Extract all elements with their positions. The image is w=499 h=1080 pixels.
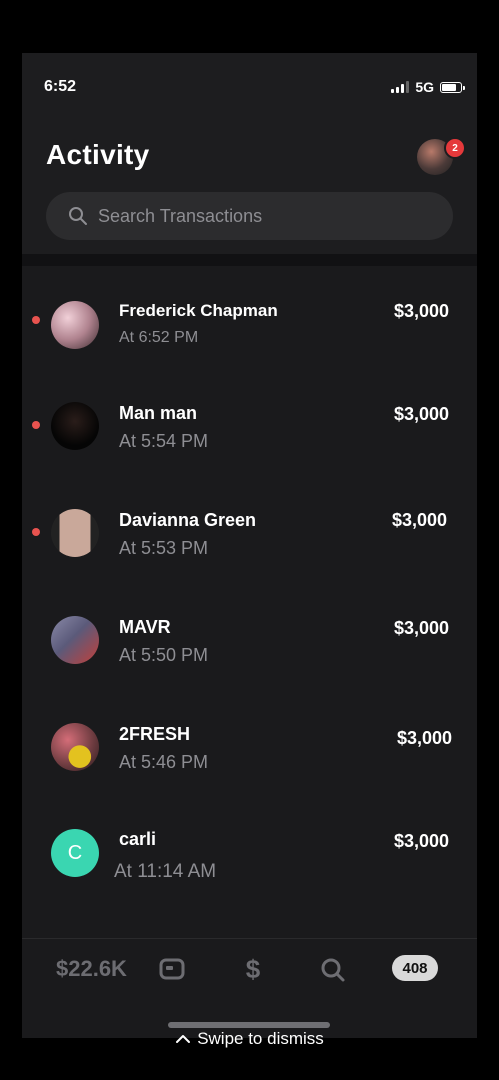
transaction-name: 2FRESH (119, 724, 191, 744)
unread-dot (32, 528, 40, 536)
signal-icon (391, 81, 410, 93)
search-icon[interactable] (320, 957, 346, 988)
avatar: C (51, 829, 99, 877)
avatar (51, 723, 99, 771)
avatar (51, 509, 99, 557)
network-label: 5G (415, 79, 434, 95)
transaction-name: MAVR (119, 617, 171, 637)
search-placeholder: Search Transactions (98, 205, 263, 226)
transaction-row[interactable]: Man man At 5:54 PM $3,000 (22, 402, 477, 502)
svg-text:$: $ (246, 955, 261, 983)
transaction-time: At 5:53 PM (119, 538, 209, 558)
activity-header: 6:52 5G Activity 2 Search Transactions (22, 53, 477, 254)
page-title: Activity (46, 139, 150, 170)
transaction-amount: $3,000 (393, 831, 449, 851)
transaction-time: At 5:50 PM (119, 645, 209, 665)
activity-tab-badge[interactable]: 408 (392, 955, 438, 981)
transaction-name: carli (119, 829, 157, 849)
transaction-time: At 11:14 AM (114, 861, 217, 882)
avatar (51, 301, 99, 349)
status-time: 6:52 (44, 78, 77, 95)
unread-dot (32, 421, 40, 429)
avatar (51, 616, 99, 664)
transaction-row[interactable]: Davianna Green At 5:53 PM $3,000 (22, 509, 477, 609)
transaction-time: At 6:52 PM (119, 329, 199, 346)
home-indicator[interactable] (168, 1022, 330, 1028)
unread-dot (32, 316, 40, 324)
transaction-amount: $3,000 (393, 618, 449, 638)
status-indicators: 5G (391, 79, 465, 95)
dollar-icon[interactable]: $ (242, 954, 264, 988)
phone-screen: 6:52 5G Activity 2 Search Transactions F… (22, 53, 477, 1038)
battery-icon (440, 81, 465, 93)
transaction-row[interactable]: C carli At 11:14 AM $3,000 (22, 829, 477, 929)
transaction-row[interactable]: 2FRESH At 5:46 PM $3,000 (22, 723, 477, 823)
transaction-amount: $3,000 (393, 301, 449, 321)
transaction-row[interactable]: MAVR At 5:50 PM $3,000 (22, 616, 477, 716)
swipe-to-dismiss[interactable]: Swipe to dismiss (0, 1029, 499, 1049)
card-icon[interactable] (159, 958, 185, 985)
transaction-amount: $3,000 (393, 404, 449, 424)
notification-badge: 2 (444, 137, 466, 159)
tab-bar: $22.6K $ 408 (22, 938, 477, 999)
chevron-up-icon (175, 1029, 191, 1049)
transaction-amount: $3,000 (396, 728, 452, 748)
transaction-amount: $3,000 (391, 510, 447, 530)
header-divider (22, 254, 477, 266)
avatar (51, 402, 99, 450)
transaction-time: At 5:46 PM (119, 752, 209, 772)
search-input[interactable]: Search Transactions (46, 192, 453, 240)
search-icon (68, 206, 88, 226)
swipe-label: Swipe to dismiss (197, 1029, 324, 1048)
transaction-name: Davianna Green (119, 510, 257, 530)
transaction-name: Man man (119, 403, 198, 423)
transaction-time: At 5:54 PM (119, 431, 209, 451)
transaction-name: Frederick Chapman (119, 301, 278, 320)
tab-balance[interactable]: $22.6K (56, 956, 127, 982)
transaction-row[interactable]: Frederick Chapman At 6:52 PM $3,000 (22, 301, 477, 401)
